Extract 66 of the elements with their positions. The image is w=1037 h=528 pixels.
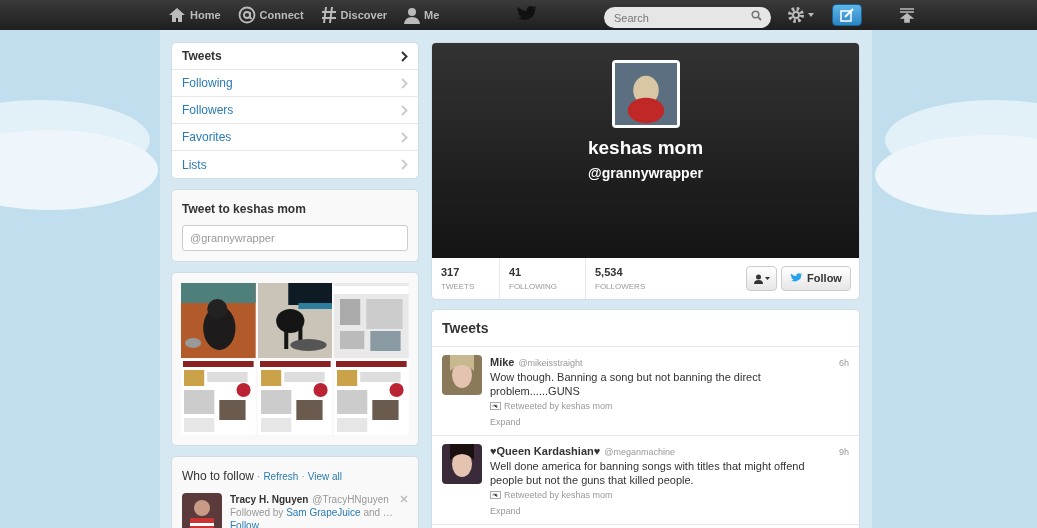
card-title: Tweets xyxy=(432,310,859,347)
profile-nav-item[interactable]: Favorites xyxy=(172,124,418,151)
tweet-handle: @meganmachine xyxy=(604,446,675,459)
tweet-text: Well done america for banning songs with titles that might offend people but not the guns that killed people. xyxy=(490,459,806,487)
chevron-icon xyxy=(401,50,408,62)
caret-icon xyxy=(764,277,770,280)
nav-link[interactable]: Connect xyxy=(237,6,304,24)
caret-icon xyxy=(808,13,814,17)
retweeted-by-text: Retweeted by keshas mom xyxy=(504,400,613,413)
at-icon xyxy=(237,6,256,24)
profile-handle: @grannywrapper xyxy=(588,163,703,183)
tweet-text: Wow though. Banning a song but not banning the direct problem......GUNS xyxy=(490,370,762,398)
separator-dot: · xyxy=(301,470,305,484)
person-icon xyxy=(404,6,421,24)
user-actions-button[interactable] xyxy=(746,266,777,291)
tweet-handle: @mikeisstraight xyxy=(518,357,583,370)
chevron-icon xyxy=(401,77,408,89)
hash-icon xyxy=(320,6,337,24)
nav-link[interactable]: Home xyxy=(168,6,221,24)
tweet-author[interactable]: Mike xyxy=(490,355,515,369)
user-name[interactable]: Tracy H. Nguyen xyxy=(230,493,309,506)
card-title: Tweet to keshas mom xyxy=(182,201,307,218)
card-title: Who to follow xyxy=(182,468,255,485)
tweet[interactable]: Mike @mikeisstraight 6h Wow though. Banning a song but not banning the direct problem......GUNS Retweeted by keshas mom Expand xyxy=(432,347,859,436)
user-link[interactable]: Sam GrapeJuice xyxy=(286,507,361,518)
chevron-icon xyxy=(401,104,408,116)
retweet-icon xyxy=(490,491,501,499)
avatar-icon xyxy=(442,444,482,484)
bird-icon xyxy=(790,273,804,284)
card-link[interactable]: View all xyxy=(307,469,342,484)
compose-icon xyxy=(840,8,854,22)
home-icon xyxy=(168,7,186,23)
person-icon xyxy=(753,273,763,284)
collapse-icon xyxy=(899,7,915,23)
card-link[interactable]: Refresh xyxy=(263,469,299,484)
profile-stat[interactable]: 317 TWEETS xyxy=(432,258,500,299)
search-icon xyxy=(751,9,762,21)
retweet-icon xyxy=(490,402,501,410)
avatar-icon xyxy=(442,355,482,395)
separator-dot: · xyxy=(257,470,261,484)
tweet[interactable]: ♥Queen Kardashian♥ @meganmachine 9h Well done america for banning songs with titles that might offend people but not the guns that killed people. Retweeted by keshas mom Expand xyxy=(432,436,859,525)
followed-by-text: Followed by xyxy=(230,507,284,518)
compose-button[interactable] xyxy=(832,4,862,26)
nav-link[interactable]: Discover xyxy=(320,6,388,24)
user-handle: @TracyHNguyen xyxy=(312,493,389,506)
retweeted-by-text: Retweeted by keshas mom xyxy=(504,489,613,502)
chevron-icon xyxy=(401,159,408,170)
profile-name: keshas mom xyxy=(587,136,704,160)
tweet-time: 6h xyxy=(839,357,849,370)
tweet-author[interactable]: ♥Queen Kardashian♥ xyxy=(490,444,601,458)
nav-link[interactable]: Me xyxy=(404,6,440,24)
followed-by-text: and … xyxy=(363,507,393,518)
profile-nav-item[interactable]: Lists xyxy=(172,151,418,178)
chevron-icon xyxy=(401,131,408,143)
follow-button[interactable]: Follow xyxy=(781,266,851,291)
settings-icon xyxy=(787,6,805,24)
profile-nav-item[interactable]: Followers xyxy=(172,97,418,124)
profile-nav-item[interactable]: Tweets xyxy=(172,43,418,70)
tweet-time: 9h xyxy=(839,446,849,459)
profile-avatar-icon xyxy=(611,60,680,128)
profile-stat[interactable]: 41 FOLLOWING xyxy=(500,258,586,299)
tweet-input-field[interactable]: @grannywrapper xyxy=(182,225,408,251)
settings-button[interactable] xyxy=(787,6,814,24)
search-field[interactable]: Search xyxy=(604,7,771,28)
profile-stat[interactable]: 5,534 FOLLOWERS xyxy=(586,258,686,299)
profile-nav-item[interactable]: Following xyxy=(172,70,418,97)
